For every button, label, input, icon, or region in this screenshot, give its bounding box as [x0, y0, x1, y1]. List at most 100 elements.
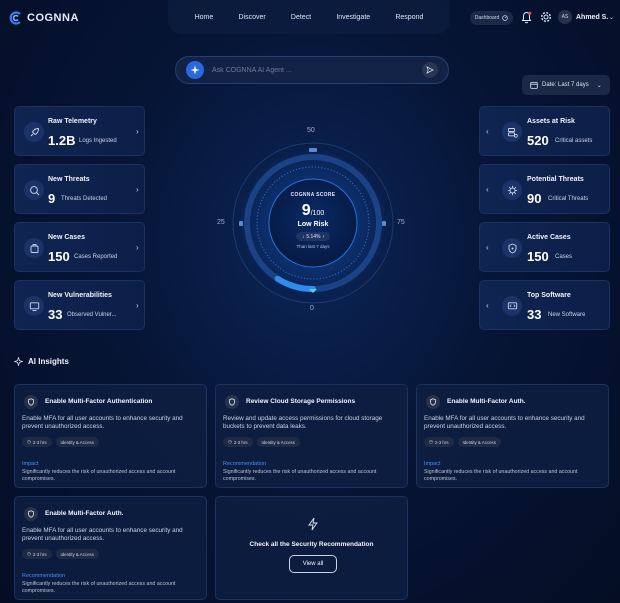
sparkle-icon: [186, 61, 204, 79]
insight-tags: ◷ 2-3 hrs Identity & Access: [22, 437, 99, 447]
stat-value: 90: [527, 191, 542, 206]
score-label: COGNNA SCORE: [290, 192, 336, 198]
shield-icon: [502, 238, 522, 258]
nav-respond[interactable]: Respond: [395, 14, 423, 21]
stat-card-new-threats[interactable]: New Threats 9 Threats Detected ›: [14, 164, 145, 214]
insight-label: Recommendation: [22, 573, 66, 579]
monitor-alert-icon: [24, 296, 44, 316]
stat-sub: Observed Vulner...: [67, 312, 117, 318]
chevron-right-icon: ›: [136, 243, 139, 252]
insight-label-description: Significantly reduces the risk of unauth…: [22, 469, 176, 482]
stat-title: Potential Threats: [527, 176, 584, 183]
insight-card[interactable]: Review Cloud Storage Permissions Review …: [215, 384, 408, 488]
time-tag: ◷ 2-3 hrs: [22, 437, 52, 447]
stat-card-potential-threats[interactable]: ‹ Potential Threats 90 Critical Threats: [479, 164, 610, 214]
time-tag-label: 2-3 hrs: [434, 439, 449, 445]
insight-tags: ◷ 2-3 hrs Identity & Access: [223, 437, 300, 447]
chevron-down-icon[interactable]: ⌄: [609, 14, 614, 21]
stat-sub: Cases Reported: [74, 254, 118, 260]
category-tag: Identity & Access: [55, 549, 99, 559]
recommendations-card: Check all the Security Recommendation Vi…: [215, 496, 408, 600]
brand-name: COGNNA: [27, 12, 79, 24]
category-tag: Identity & Access: [55, 437, 99, 447]
stat-value: 9: [48, 191, 56, 206]
insight-card[interactable]: Enable Multi-Factor Auth. Enable MFA for…: [416, 384, 609, 488]
arrow-down-icon: ↓: [301, 233, 305, 240]
stat-sub: Threats Detected: [61, 196, 108, 202]
rocket-icon: [24, 122, 44, 142]
time-tag-label: 2-3 hrs: [32, 439, 47, 445]
insight-label: Impact: [424, 461, 441, 467]
clock-icon: ◷: [429, 439, 433, 444]
lightning-icon: [308, 517, 318, 531]
insight-description: Enable MFA for all user accounts to enha…: [22, 527, 183, 542]
chevron-left-icon: ‹: [486, 243, 489, 252]
stat-card-new-vulnerabilities[interactable]: New Vulnerabilities 33 Observed Vulner..…: [14, 280, 145, 330]
stat-title: Active Cases: [527, 234, 571, 241]
send-button[interactable]: [422, 62, 438, 78]
stat-sub: Logs Ingested: [79, 138, 117, 144]
date-filter-button[interactable]: Date: Last 7 days ⌄: [522, 75, 610, 95]
nav-investigate[interactable]: Investigate: [336, 14, 370, 21]
change-badge: ↓ 5.14% ›: [296, 232, 330, 241]
nav-home[interactable]: Home: [195, 14, 214, 21]
insight-title: Enable Multi-Factor Auth.: [45, 510, 124, 517]
stat-card-assets-at-risk[interactable]: ‹ Assets at Risk 520 Critical assets: [479, 106, 610, 156]
bell-icon[interactable]: [521, 11, 532, 24]
stat-title: Top Software: [527, 292, 571, 299]
search-threat-icon: [24, 180, 44, 200]
insight-description: Enable MFA for all user accounts to enha…: [22, 415, 183, 430]
insight-title: Review Cloud Storage Permissions: [246, 398, 356, 405]
insight-label: Impact: [22, 461, 39, 467]
calendar-icon: [530, 81, 538, 89]
case-icon: [24, 238, 44, 258]
stat-title: Raw Telemetry: [48, 118, 97, 125]
score-center: COGNNA SCORE 9/100 Low Risk ↓ 5.14% › Th…: [270, 192, 356, 249]
avatar[interactable]: AS: [558, 10, 572, 24]
cognna-logo-icon: [9, 11, 21, 25]
insight-label: Recommendation: [223, 461, 267, 467]
stat-title: New Threats: [48, 176, 90, 183]
change-value: 5.14%: [306, 233, 321, 240]
stat-sub: New Software: [548, 312, 586, 318]
brand-logo[interactable]: COGNNA: [9, 11, 79, 25]
chevron-left-icon: ‹: [486, 301, 489, 310]
search-input[interactable]: [212, 66, 422, 74]
shield-icon: [24, 395, 38, 409]
chevron-left-icon: ‹: [486, 185, 489, 194]
recommendations-message: Check all the Security Recommendation: [249, 541, 374, 548]
stat-title: New Cases: [48, 234, 85, 241]
user-name[interactable]: Ahmed S.: [576, 14, 608, 21]
insight-label-description: Significantly reduces the risk of unauth…: [223, 469, 377, 482]
insight-description: Review and update access permissions for…: [223, 415, 383, 430]
chevron-right-icon: ›: [136, 185, 139, 194]
dashboard-button[interactable]: Dashboard: [470, 11, 513, 25]
time-tag-label: 2-3 hrs: [233, 439, 248, 445]
stat-card-raw-telemetry[interactable]: Raw Telemetry 1.2B Logs Ingested ›: [14, 106, 145, 156]
shield-icon: [225, 395, 239, 409]
shield-icon: [24, 507, 38, 521]
change-note: Than last 7 days: [296, 244, 330, 249]
stat-card-active-cases[interactable]: ‹ Active Cases 150 Cases: [479, 222, 610, 272]
virus-icon: [502, 180, 522, 200]
insight-title: Enable Multi-Factor Authentication: [45, 398, 153, 405]
insight-label-description: Significantly reduces the risk of unauth…: [424, 469, 578, 482]
ai-agent-search: [175, 56, 449, 84]
gauge-tick-right: 75: [397, 219, 405, 226]
chevron-right-icon: ›: [322, 233, 325, 240]
time-tag: ◷ 2-3 hrs: [22, 549, 52, 559]
gauge-tick-bottom: 0: [310, 305, 314, 312]
time-tag: ◷ 2-3 hrs: [223, 437, 253, 447]
insight-card[interactable]: Enable Multi-Factor Auth. Enable MFA for…: [14, 496, 207, 600]
view-all-button[interactable]: View all: [289, 555, 337, 573]
nav-discover[interactable]: Discover: [238, 14, 265, 21]
clock-icon: ◷: [27, 439, 31, 444]
stat-card-top-software[interactable]: ‹ Top Software 33 New Software: [479, 280, 610, 330]
insight-title: Enable Multi-Factor Auth.: [447, 398, 526, 405]
gear-icon[interactable]: [540, 11, 552, 23]
stat-value: 150: [48, 249, 70, 264]
stat-card-new-cases[interactable]: New Cases 150 Cases Reported ›: [14, 222, 145, 272]
chevron-down-icon: ⌄: [596, 82, 602, 89]
insight-card[interactable]: Enable Multi-Factor Authentication Enabl…: [14, 384, 207, 488]
nav-detect[interactable]: Detect: [291, 14, 311, 21]
